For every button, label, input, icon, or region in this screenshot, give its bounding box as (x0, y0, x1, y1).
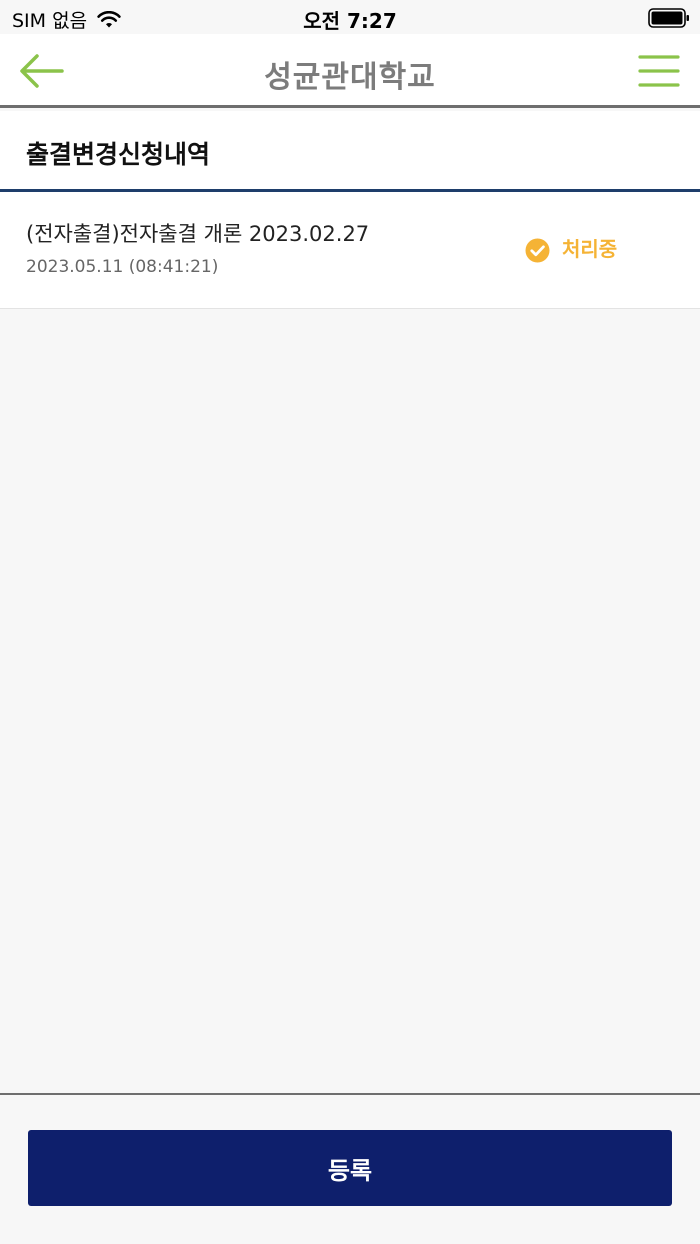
battery-icon (648, 8, 689, 28)
hamburger-menu-icon (638, 55, 680, 87)
list-item[interactable]: (전자출결)전자출결 개론 2023.02.27 2023.05.11 (08:… (0, 192, 700, 309)
request-list: (전자출결)전자출결 개론 2023.02.27 2023.05.11 (08:… (0, 192, 700, 309)
status-text: 처리중 (562, 237, 618, 261)
page-title: 성균관대학교 (264, 60, 436, 95)
status-bar: SIM 없음 오전 7:27 (0, 0, 700, 34)
menu-button[interactable] (638, 54, 680, 88)
clock: 오전 7:27 (303, 9, 397, 33)
nav-bar: 성균관대학교 (0, 34, 700, 108)
check-circle-icon (525, 238, 550, 263)
section-title: 출결변경신청내역 (26, 140, 211, 169)
status-badge: 처리중 (525, 232, 617, 263)
item-date: 2023.05.11 (08:41:21) (26, 257, 219, 277)
register-button[interactable]: 등록 (28, 1130, 672, 1206)
footer: 등록 (0, 1093, 700, 1244)
item-title: (전자출결)전자출결 개론 2023.02.27 (26, 222, 370, 246)
section-header: 출결변경신청내역 (0, 111, 700, 192)
